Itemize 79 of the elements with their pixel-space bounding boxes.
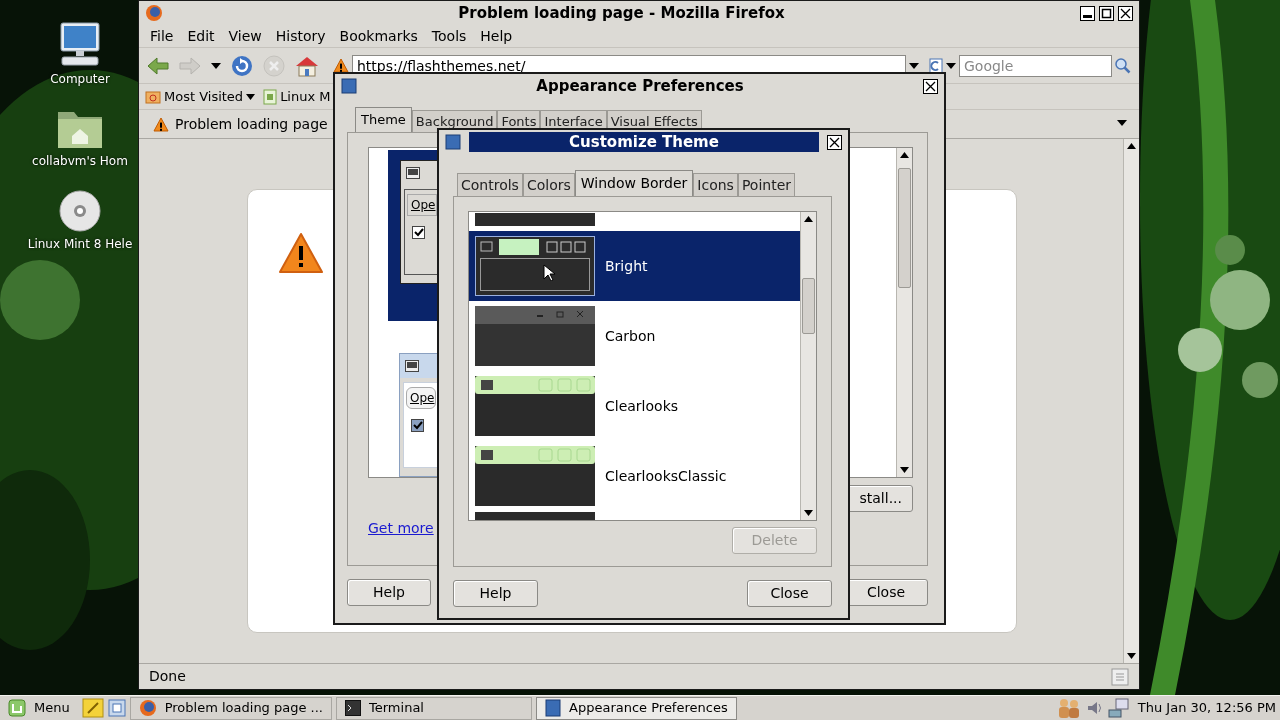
disc-icon [58,188,102,233]
cursor-icon [543,264,555,281]
tab[interactable]: Controls [457,173,523,196]
window-title: Problem loading page - Mozilla Firefox [457,4,786,22]
menu-item[interactable]: Help [473,27,520,45]
menu-item[interactable]: History [268,27,333,45]
clock[interactable]: Thu Jan 30, 12:56 PM [1133,700,1280,716]
icon-label[interactable]: Linux Mint 8 Hele [27,236,133,252]
caret-icon[interactable] [246,93,256,100]
dialog-button[interactable]: Close [747,580,832,607]
dialog-button[interactable]: Help [453,580,538,607]
scrollbar[interactable] [896,148,912,477]
notes-icon[interactable] [81,698,104,718]
tab[interactable]: Window Border [574,170,694,196]
window-icon [545,699,561,717]
tab[interactable]: Pointer [737,173,796,196]
scrollbar[interactable] [800,212,816,520]
terminal-icon [345,700,361,716]
close-button[interactable] [923,78,938,94]
list-item[interactable]: Clearlooks [469,371,800,441]
menu-item[interactable]: File [143,27,181,45]
scrollbar-thumb[interactable] [898,168,911,288]
preview-button: Ope [406,387,437,410]
bookmark-item[interactable]: Linux M [280,88,331,105]
window-icon[interactable] [107,698,126,718]
warning-icon [278,232,324,274]
menu-button[interactable]: Menu [0,699,78,717]
bookmark-item[interactable]: Most Visited [164,88,244,105]
icon-label[interactable]: Computer [50,72,110,87]
warning-icon [333,57,349,74]
window-icon [341,78,357,94]
list-item[interactable]: Carbon [469,301,800,371]
caret-icon[interactable] [1117,120,1127,126]
home-icon[interactable] [295,54,319,77]
window-title: Appearance Preferences [535,77,745,95]
close-button[interactable] [1118,5,1133,21]
taskbar-button[interactable]: Problem loading page ... [129,696,332,720]
menu-item[interactable]: View [221,27,269,45]
caret-icon[interactable] [211,62,221,69]
window-icon [406,167,420,179]
maximize-button[interactable] [1099,5,1114,21]
taskbar-button[interactable]: Terminal [336,696,532,720]
minimize-button[interactable] [1080,5,1095,21]
firefox-icon [138,699,157,717]
link[interactable]: Get more [368,520,434,536]
caret-icon[interactable] [946,62,956,69]
warning-icon [153,116,169,133]
scrollbar[interactable] [1123,139,1139,663]
tab[interactable]: Icons [693,173,738,196]
network-icon[interactable] [1107,698,1130,718]
preview-button: Ope [407,194,438,217]
caret-icon[interactable] [909,62,919,69]
reload-icon[interactable] [231,54,253,77]
menu-item[interactable]: Tools [424,27,474,45]
volume-icon[interactable] [1085,699,1104,717]
search-icon[interactable] [1115,57,1131,74]
tab[interactable]: Theme [355,107,412,132]
status-icon [1111,667,1129,686]
firefox-icon [145,4,163,22]
list-item[interactable]: ClearlooksClassic [469,441,800,511]
window-icon [405,360,419,372]
icon-label[interactable]: collabvm's Hom [32,154,128,169]
list-item[interactable]: Bright [469,231,800,301]
close-button[interactable] [827,134,842,150]
search-field[interactable]: Google [959,54,1112,77]
scrollbar-thumb[interactable] [802,278,815,334]
search-engine-icon[interactable] [929,57,943,74]
taskbar-button[interactable]: Appearance Preferences [536,696,737,720]
window-icon [445,134,461,150]
folder-icon [145,88,161,105]
menu-item[interactable]: Edit [180,27,222,45]
mint-icon [8,699,26,717]
tab[interactable]: Colors [522,173,575,196]
page-icon [263,88,278,105]
status-text: Done [149,668,186,685]
window-title: Customize Theme [469,132,819,152]
back-arrow-icon[interactable] [147,55,169,76]
dialog-button[interactable]: Help [347,579,431,606]
menu-item[interactable]: Bookmarks [332,27,425,45]
